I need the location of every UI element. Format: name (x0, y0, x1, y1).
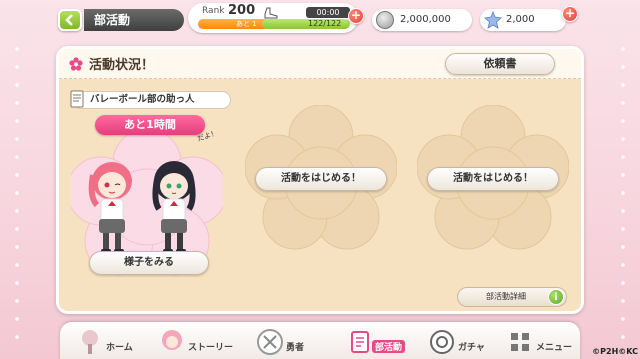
rank-value: 200 (228, 3, 256, 18)
nav-gacha[interactable]: ガチャ (422, 324, 496, 359)
club-slot-2: 活動をはじめる！ (239, 87, 405, 277)
coin-value: 2,000,000 (400, 14, 451, 25)
top-bar: 部活動 Rank 200 あと 1 00:00 122/122 + 2,000,… (0, 0, 640, 40)
start-activity-button[interactable]: 活動をはじめる！ (255, 167, 387, 191)
start-activity-button[interactable]: 活動をはじめる！ (427, 167, 559, 191)
time-remaining-badge: あと1時間 (95, 115, 205, 135)
story-character-icon (162, 330, 182, 350)
job-title-text: バレーボール部の助っ人 (90, 94, 195, 105)
gem-value: 2,000 (506, 14, 535, 25)
bottom-nav: ホーム ストーリー 勇者 部活動 ガチャ メニュー (60, 322, 580, 359)
gacha-icon (430, 330, 454, 354)
paper-icon (70, 90, 84, 108)
rank-remaining: あと 1 (236, 20, 257, 28)
nav-label: ホーム (106, 343, 133, 353)
nav-club[interactable]: 部活動 (340, 324, 414, 359)
decor-lights-right (620, 40, 626, 340)
coin-icon (376, 11, 394, 29)
hero-crest-icon (257, 329, 283, 355)
menu-grid-icon (511, 333, 529, 351)
chibi-character-dark (152, 161, 196, 254)
club-detail-label: 部活動詳細 (486, 292, 526, 301)
sakura-gem-icon (484, 11, 502, 29)
back-arrow-icon (65, 14, 73, 26)
info-icon: i (548, 289, 564, 305)
gem-box: 2,000 (480, 9, 566, 31)
club-notebook-icon (351, 331, 369, 353)
shoe-icon (264, 7, 278, 19)
nav-label: ストーリー (188, 343, 234, 353)
request-button[interactable]: 依頼書 (445, 53, 555, 75)
gem-plus-button[interactable]: + (562, 6, 578, 22)
panel-title: 活動状況！ (89, 58, 155, 73)
page-title: 部活動 (84, 9, 184, 31)
club-detail-button[interactable]: 部活動詳細 i (457, 287, 567, 307)
nav-story[interactable]: ストーリー (152, 324, 233, 359)
job-title: バレーボール部の助っ人 (70, 90, 231, 109)
sakura-icon (69, 57, 83, 71)
club-slot-1: バレーボール部の助っ人 あと1時間 だよ！ 様子をみる (65, 87, 231, 277)
nav-label: ガチャ (458, 343, 485, 353)
club-slot-3: 活動をはじめる！ (411, 87, 577, 277)
stamina-timer: 00:00 (306, 7, 350, 18)
decor-lights-left (14, 40, 20, 340)
copyright-text: ©P2H©KC (592, 347, 638, 356)
stamina-value: 122/122 (308, 19, 342, 28)
chibi-character-pink (88, 162, 132, 254)
back-button[interactable] (58, 9, 82, 31)
rank-label: Rank (202, 6, 225, 16)
club-status-panel: 活動状況！ 依頼書 バレーボール部の助っ人 あと1時間 だよ！ 様子をみる 活動… (56, 46, 584, 314)
stamina-plus-button[interactable]: + (348, 8, 364, 24)
home-tree-icon (82, 330, 98, 354)
nav-label: 勇者 (286, 343, 305, 353)
panel-header: 活動状況！ 依頼書 (59, 49, 581, 79)
nav-menu[interactable]: メニュー (500, 324, 574, 359)
nav-hero[interactable]: 勇者 (250, 324, 324, 359)
rank-stamina-box: Rank 200 あと 1 00:00 122/122 (188, 3, 358, 33)
coin-box: 2,000,000 (372, 9, 472, 31)
nav-home[interactable]: ホーム (70, 324, 144, 359)
nav-label: メニュー (536, 343, 573, 353)
nav-label: 部活動 (372, 340, 406, 353)
watch-button[interactable]: 様子をみる (89, 251, 209, 275)
